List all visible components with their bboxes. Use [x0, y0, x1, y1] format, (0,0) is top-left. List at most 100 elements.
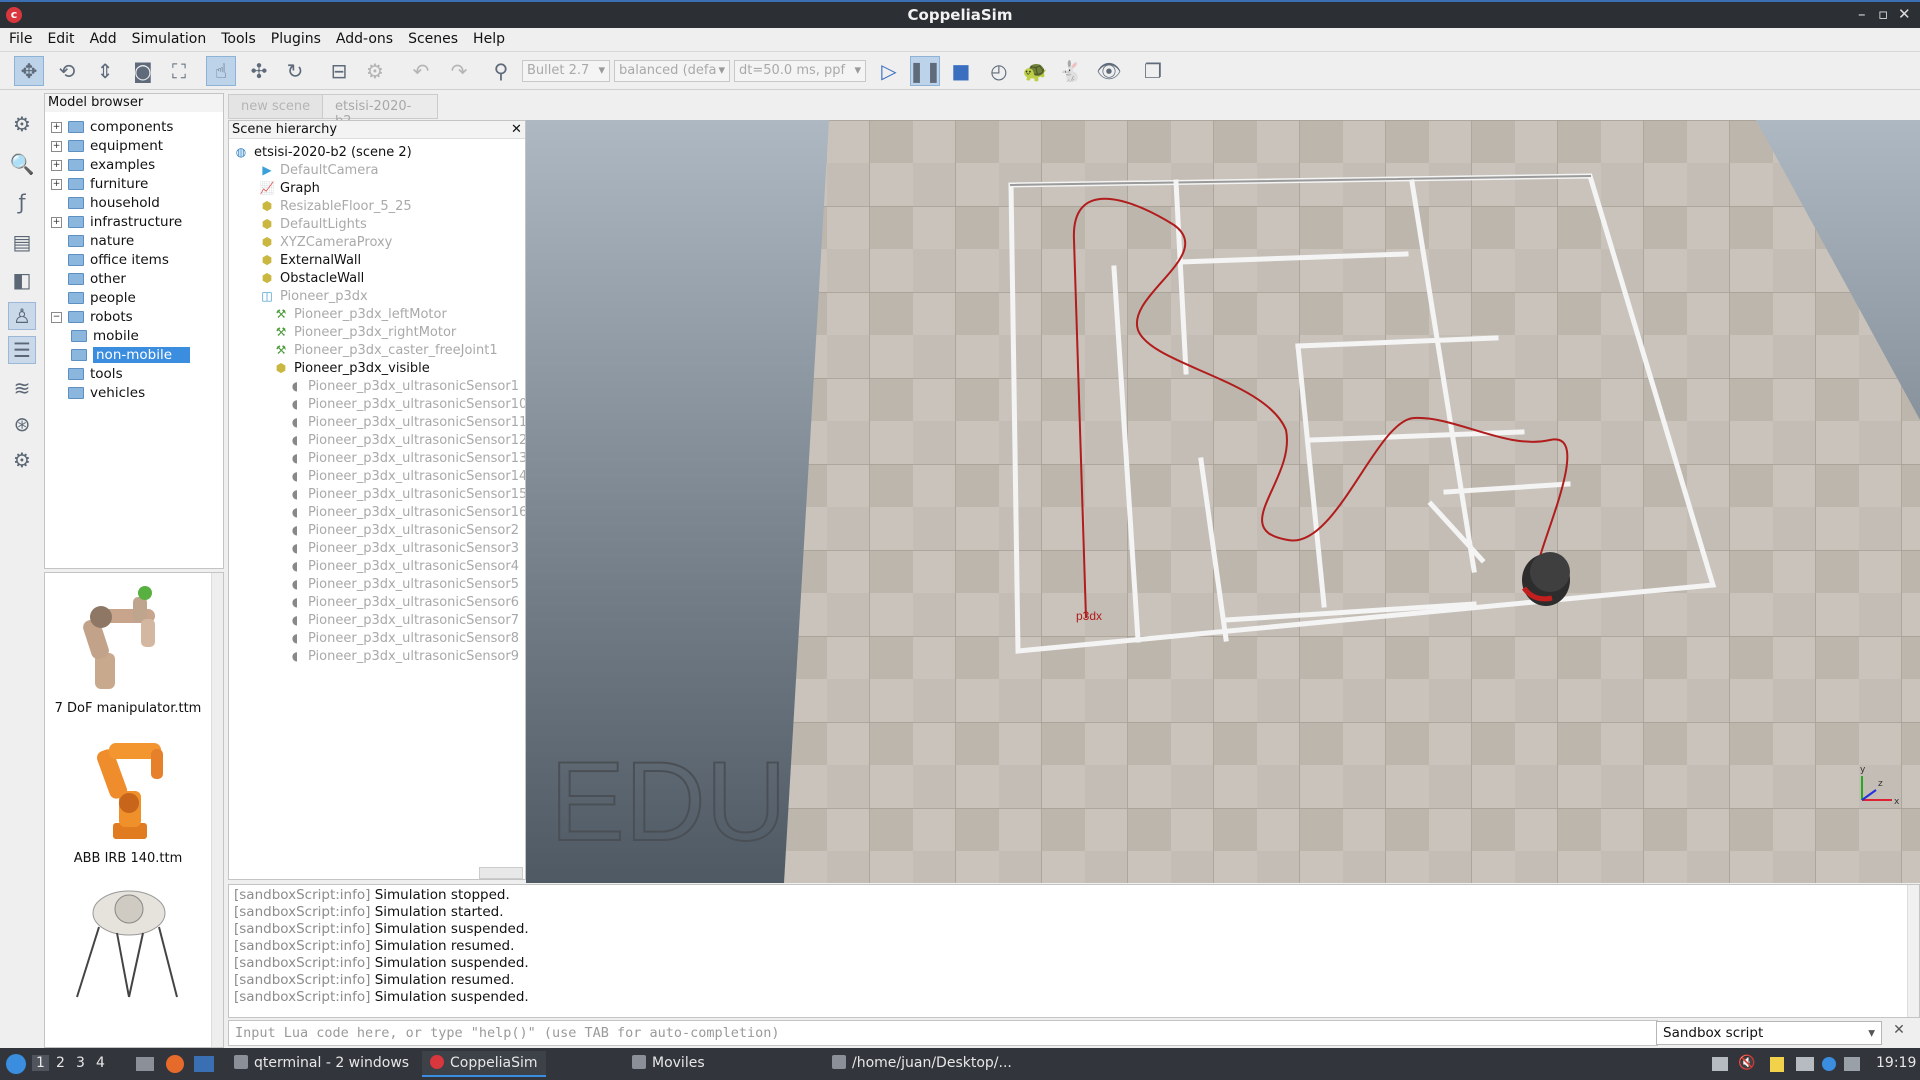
menu-scenes[interactable]: Scenes — [399, 28, 464, 47]
hierarchy-item[interactable]: ◖ Pioneer_p3dx_ultrasonicSensor6 — [287, 593, 519, 611]
display-icon[interactable] — [1796, 1057, 1814, 1071]
hierarchy-item[interactable]: ⚒ Pioneer_p3dx_caster_freeJoint1 — [273, 341, 498, 359]
script-close-icon[interactable]: ✕ — [1888, 1022, 1910, 1044]
hierarchy-item[interactable]: ⬢ XYZCameraProxy — [259, 233, 393, 251]
visualization-toggle-icon[interactable]: 👁 — [1094, 56, 1124, 86]
play-icon[interactable]: ▷ — [874, 56, 904, 86]
update-notifier-icon[interactable] — [1822, 1057, 1836, 1071]
desktop-icon[interactable] — [194, 1056, 214, 1072]
tree-item-household[interactable]: household — [51, 194, 160, 212]
clock[interactable]: 19:19 — [1876, 1055, 1916, 1071]
hierarchy-item[interactable]: ◖ Pioneer_p3dx_ultrasonicSensor16 — [287, 503, 525, 521]
clipboard-icon[interactable] — [1770, 1057, 1784, 1072]
network-icon[interactable] — [1844, 1057, 1860, 1071]
hierarchy-item[interactable]: ▶ DefaultCamera — [259, 161, 378, 179]
physics-engine-select[interactable]: Bullet 2.7 — [522, 60, 610, 82]
taskbar-window-button[interactable]: qterminal - 2 windows — [226, 1051, 417, 1077]
file-manager-icon[interactable] — [136, 1057, 154, 1071]
hierarchy-item[interactable]: ◫ Pioneer_p3dx — [259, 287, 367, 305]
camera-angle-icon[interactable]: ◙ — [128, 56, 158, 86]
tray-app-icon[interactable] — [1712, 1057, 1728, 1071]
stop-icon[interactable]: ■ — [946, 56, 976, 86]
hierarchy-item[interactable]: ◖ Pioneer_p3dx_ultrasonicSensor8 — [287, 629, 519, 647]
hierarchy-item[interactable]: ◖ Pioneer_p3dx_ultrasonicSensor5 — [287, 575, 519, 593]
hierarchy-scrollbar[interactable] — [479, 867, 523, 879]
menu-help[interactable]: Help — [464, 28, 511, 47]
page-selector-icon[interactable]: ❐ — [1138, 56, 1168, 86]
hierarchy-close-icon[interactable]: ✕ — [511, 122, 522, 137]
hierarchy-item[interactable]: ◖ Pioneer_p3dx_ultrasonicSensor3 — [287, 539, 519, 557]
real-time-icon[interactable]: ◴ — [984, 56, 1014, 86]
search-icon[interactable]: 🔍 — [8, 150, 36, 178]
start-menu-icon[interactable] — [6, 1054, 26, 1074]
tab-etsisi-scene[interactable]: etsisi-2020-b2 — [322, 94, 438, 129]
menu-add[interactable]: Add — [81, 28, 123, 47]
camera-shift-icon[interactable]: ⇕ — [90, 56, 120, 86]
status-console[interactable]: [sandboxScript:info] Simulation stopped.… — [228, 884, 1920, 1018]
tree-item-examples[interactable]: + examples — [51, 156, 155, 174]
tree-item-nature[interactable]: nature — [51, 232, 134, 250]
tree-item-furniture[interactable]: + furniture — [51, 175, 148, 193]
simulation-settings-icon[interactable]: ⚙ — [8, 110, 36, 138]
hierarchy-item[interactable]: ◖ Pioneer_p3dx_ultrasonicSensor14 — [287, 467, 525, 485]
hierarchy-item[interactable]: ⬢ ObstacleWall — [259, 269, 365, 287]
hierarchy-item[interactable]: 📈 Graph — [259, 179, 320, 197]
hierarchy-item[interactable]: ◖ Pioneer_p3dx_ultrasonicSensor1 — [287, 377, 519, 395]
minimize-button[interactable]: – — [1858, 5, 1866, 23]
thumbnail-scrollbar[interactable] — [211, 573, 223, 1047]
lua-command-input[interactable]: Input Lua code here, or type "help()" (u… — [228, 1020, 1658, 1046]
workspace-2[interactable]: 2 — [56, 1055, 65, 1071]
hierarchy-item[interactable]: ◖ Pioneer_p3dx_ultrasonicSensor13 — [287, 449, 525, 467]
script-selector[interactable]: Sandbox script — [1656, 1021, 1882, 1045]
tree-item-mobile[interactable]: mobile — [71, 327, 139, 345]
expand-toggle-icon[interactable]: + — [51, 178, 62, 190]
scene-viewport[interactable]: EDU p3dx x y z — [526, 120, 1920, 883]
tab-new-scene[interactable]: new scene — [228, 94, 324, 119]
hierarchy-item[interactable]: ⬢ Pioneer_p3dx_visible — [273, 359, 430, 377]
expand-toggle-icon[interactable]: + — [51, 159, 62, 171]
fit-to-view-icon[interactable]: ⛶ — [164, 56, 194, 86]
hierarchy-item[interactable]: ◖ Pioneer_p3dx_ultrasonicSensor15 — [287, 485, 525, 503]
tree-item-vehicles[interactable]: vehicles — [51, 384, 145, 402]
model-browser-toggle-icon[interactable]: ☰ — [8, 336, 36, 364]
menu-file[interactable]: File — [0, 28, 38, 47]
thumbnail-caption[interactable]: ABB IRB 140.ttm — [45, 851, 211, 866]
menu-simulation[interactable]: Simulation — [123, 28, 213, 47]
close-window-button[interactable]: ✕ — [1898, 5, 1911, 23]
menu-plugins[interactable]: Plugins — [262, 28, 327, 47]
tree-item-infrastructure[interactable]: + infrastructure — [51, 213, 182, 231]
object-shift-icon[interactable]: ✣ — [244, 56, 274, 86]
function-icon[interactable]: ƒ — [8, 188, 36, 216]
tree-item-robots[interactable]: − robots — [51, 308, 133, 326]
tree-item-office-items[interactable]: office items — [51, 251, 169, 269]
object-rotate-icon[interactable]: ↻ — [280, 56, 310, 86]
abb-robot-thumbnail-image[interactable] — [73, 731, 183, 846]
hierarchy-item[interactable]: ⚒ Pioneer_p3dx_rightMotor — [273, 323, 457, 341]
workspace-4[interactable]: 4 — [96, 1055, 105, 1071]
tree-item-other[interactable]: other — [51, 270, 126, 288]
hierarchy-item[interactable]: ⬢ ResizableFloor_5_25 — [259, 197, 412, 215]
menu-edit[interactable]: Edit — [38, 28, 80, 47]
hierarchy-item[interactable]: ⬢ DefaultLights — [259, 215, 367, 233]
user-settings-icon[interactable]: ⚙ — [8, 446, 36, 474]
hierarchy-item[interactable]: ◖ Pioneer_p3dx_ultrasonicSensor2 — [287, 521, 519, 539]
scene-render[interactable]: EDU p3dx x y z — [526, 120, 1920, 883]
layers-icon[interactable]: ≋ — [8, 374, 36, 402]
workspace-3[interactable]: 3 — [76, 1055, 85, 1071]
object-properties-icon[interactable]: ◧ — [8, 266, 36, 294]
scene-hierarchy-toggle-icon[interactable]: ♙ — [8, 302, 36, 330]
hierarchy-item[interactable]: ⚒ Pioneer_p3dx_leftMotor — [273, 305, 447, 323]
expand-toggle-icon[interactable]: + — [51, 140, 62, 152]
tree-item-non-mobile[interactable]: non-mobile — [71, 346, 191, 364]
hierarchy-item[interactable]: ◖ Pioneer_p3dx_ultrasonicSensor4 — [287, 557, 519, 575]
hierarchy-item[interactable]: ◖ Pioneer_p3dx_ultrasonicSensor12 — [287, 431, 525, 449]
maximize-button[interactable]: ▫ — [1878, 5, 1888, 23]
camera-pan-icon[interactable]: ✥ — [14, 56, 44, 86]
speaker-muted-icon[interactable]: 🔇 — [1738, 1055, 1755, 1071]
manipulator-thumbnail-image[interactable] — [73, 581, 183, 696]
transfer-dna-icon[interactable]: ⚙ — [360, 56, 390, 86]
hierarchy-item[interactable]: ◍ etsisi-2020-b2 (scene 2) — [233, 143, 412, 161]
workspace-1[interactable]: 1 — [32, 1055, 49, 1071]
thumbnail-caption[interactable]: 7 DoF manipulator.ttm — [45, 701, 211, 716]
dynamics-icon[interactable]: ⚲ — [486, 56, 516, 86]
